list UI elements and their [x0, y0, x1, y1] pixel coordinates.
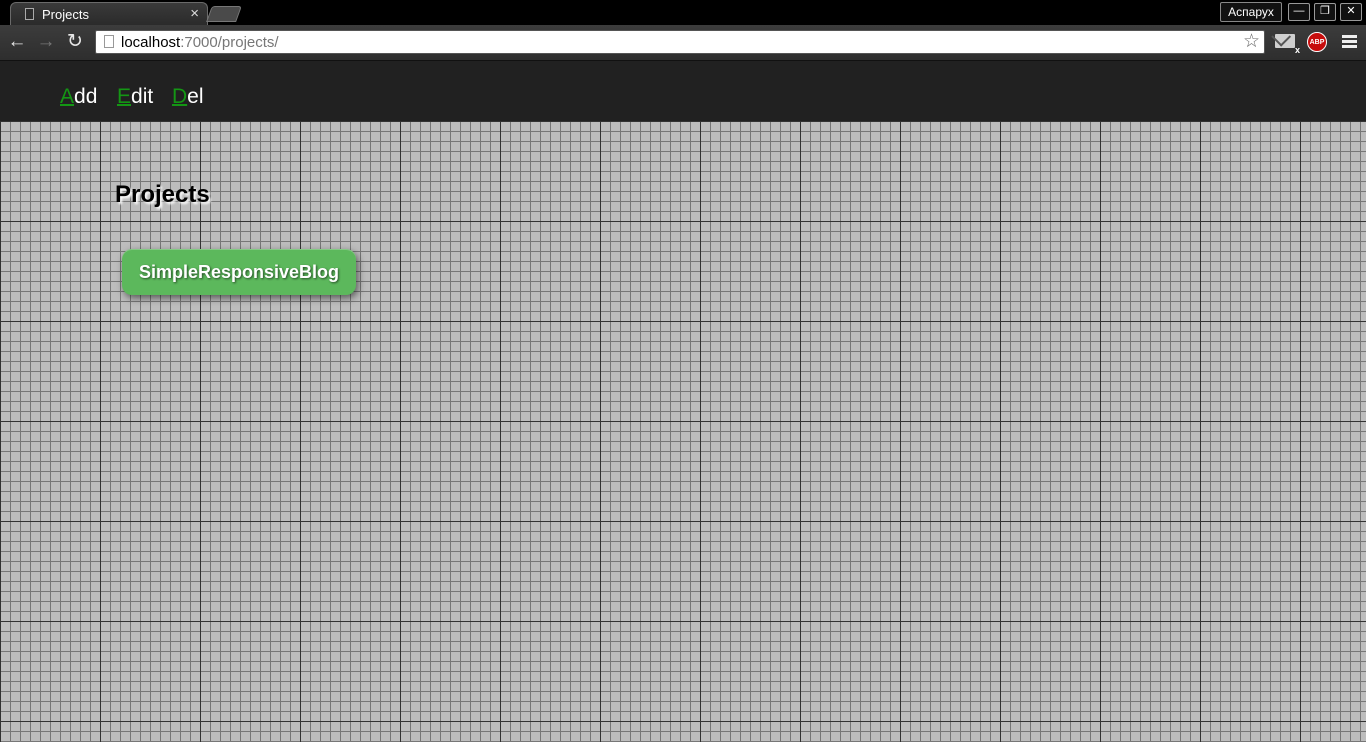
back-arrow-icon[interactable]: ←: [6, 31, 28, 53]
page-icon: [104, 35, 114, 48]
project-card[interactable]: SimpleResponsiveBlog: [122, 249, 356, 295]
nav-edit-hotkey: E: [117, 85, 132, 108]
app-nav-bar: Add Edit Del: [0, 61, 1366, 121]
new-tab-button[interactable]: [206, 6, 242, 22]
mail-badge: x: [1294, 45, 1300, 55]
restore-icon[interactable]: ❐: [1314, 3, 1336, 21]
forward-arrow-icon[interactable]: →: [35, 31, 57, 53]
tab-title: Projects: [42, 7, 89, 22]
page-icon: [25, 8, 34, 20]
browser-menu-icon[interactable]: [1342, 35, 1357, 49]
nav-del-label: el: [187, 85, 204, 108]
web-page: Add Edit Del Projects SimpleResponsiveBl…: [0, 61, 1366, 742]
url-text: localhost:7000/projects/: [121, 34, 279, 51]
adblock-extension-icon[interactable]: ABP: [1307, 32, 1327, 52]
nav-del-link[interactable]: Del: [172, 85, 204, 109]
nav-add-hotkey: A: [60, 85, 75, 108]
browser-titlebar: Projects × Аспарух — ❐ ✕: [0, 0, 1366, 26]
close-window-icon[interactable]: ✕: [1340, 3, 1362, 21]
nav-add-link[interactable]: Add: [60, 85, 97, 109]
minimize-icon[interactable]: —: [1288, 3, 1310, 21]
browser-toolbar: ← → ↻ localhost:7000/projects/ ☆ x ABP: [0, 25, 1366, 61]
address-bar[interactable]: localhost:7000/projects/ ☆: [95, 30, 1265, 54]
profile-button[interactable]: Аспарух: [1220, 2, 1282, 22]
grid-content-area: Projects SimpleResponsiveBlog: [0, 121, 1366, 742]
reload-icon[interactable]: ↻: [64, 31, 86, 53]
page-title: Projects: [115, 181, 210, 208]
mail-extension-icon[interactable]: x: [1275, 34, 1300, 55]
nav-add-label: dd: [74, 85, 98, 108]
nav-del-hotkey: D: [172, 85, 188, 108]
close-tab-icon[interactable]: ×: [190, 5, 199, 23]
browser-tab[interactable]: Projects ×: [10, 2, 208, 26]
nav-edit-link[interactable]: Edit: [117, 85, 153, 109]
bookmark-star-icon[interactable]: ☆: [1243, 31, 1260, 53]
nav-edit-label: dit: [131, 85, 154, 108]
